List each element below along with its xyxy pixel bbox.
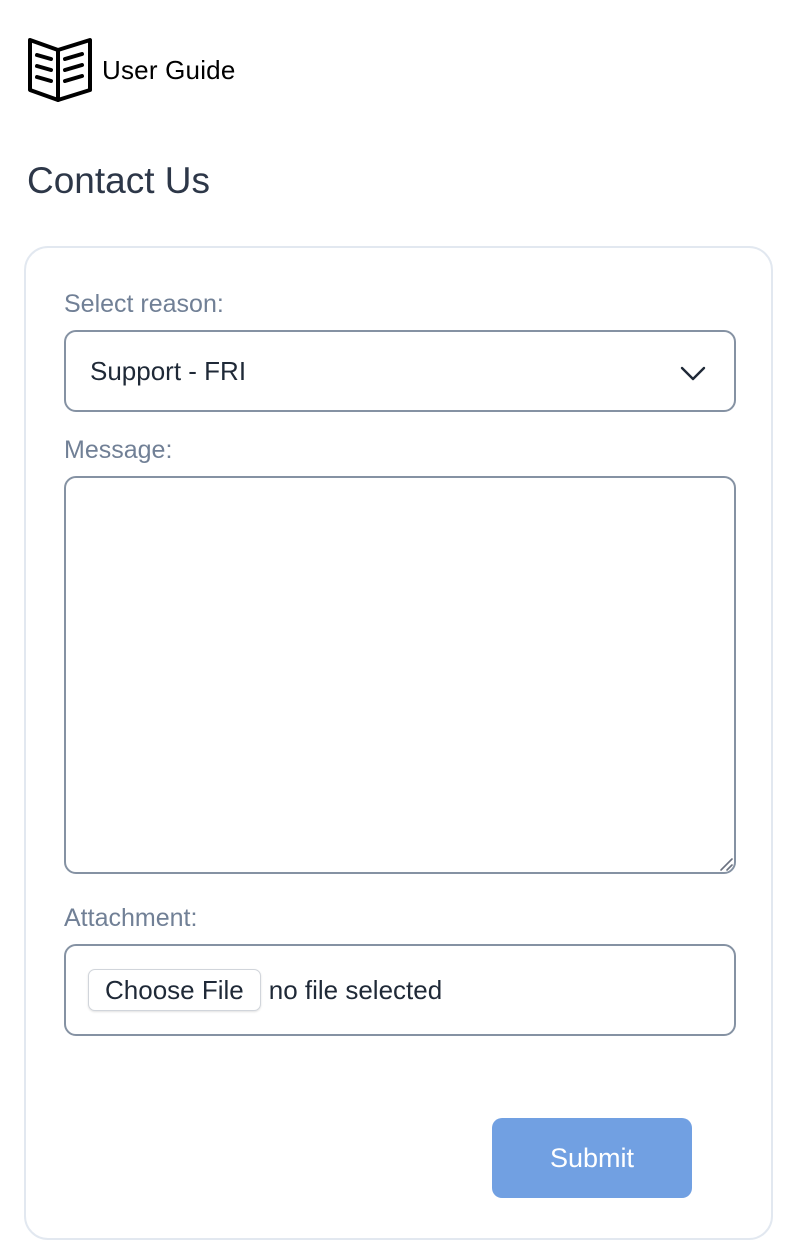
message-label: Message: xyxy=(64,436,173,464)
chevron-down-icon xyxy=(678,358,708,388)
contact-page: User Guide Contact Us Select reason: Sup… xyxy=(0,0,798,1258)
attachment-label: Attachment: xyxy=(64,904,198,932)
choose-file-button[interactable]: Choose File xyxy=(88,969,261,1011)
page-title: Contact Us xyxy=(27,160,211,201)
resize-handle-icon[interactable] xyxy=(718,856,734,872)
file-status-text: no file selected xyxy=(268,974,443,1005)
submit-button[interactable]: Submit xyxy=(492,1118,692,1198)
reason-label: Select reason: xyxy=(64,290,224,318)
open-book-icon xyxy=(26,36,94,104)
reason-select[interactable]: Support - FRI xyxy=(64,330,736,412)
reason-select-value: Support - FRI xyxy=(90,355,247,386)
attachment-file-input[interactable]: Choose File no file selected xyxy=(64,944,736,1036)
user-guide-link[interactable]: User Guide xyxy=(26,36,236,104)
message-textarea[interactable] xyxy=(64,476,736,874)
contact-form-card: Select reason: Support - FRI Message: At… xyxy=(24,246,773,1240)
user-guide-label: User Guide xyxy=(102,54,236,85)
